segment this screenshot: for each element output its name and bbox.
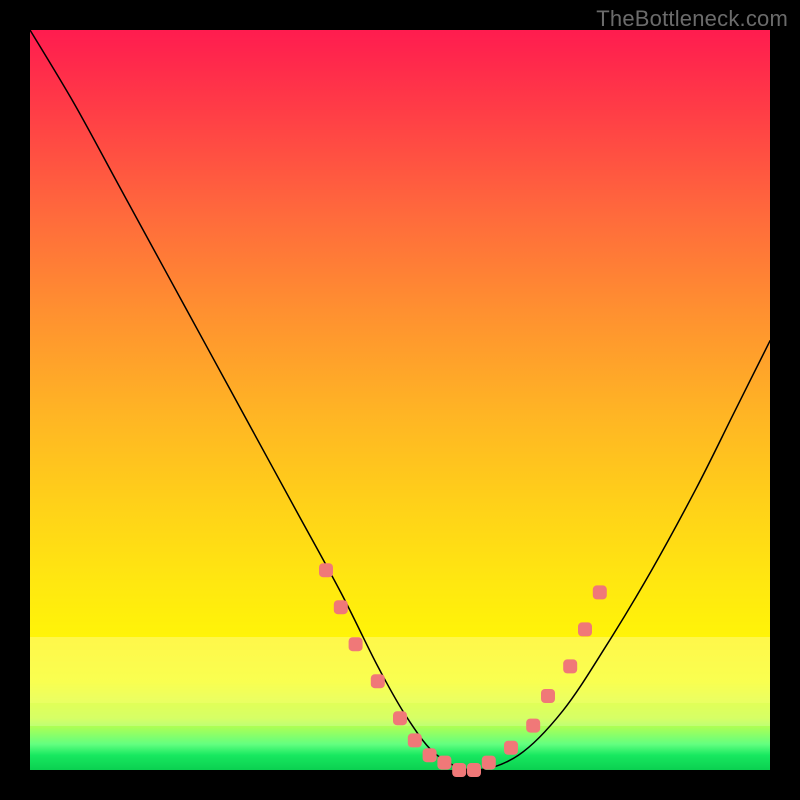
chart-frame: TheBottleneck.com <box>0 0 800 800</box>
highlight-dot <box>563 659 577 673</box>
highlight-dot <box>371 674 385 688</box>
highlight-dot <box>467 763 481 777</box>
pale-band-lower <box>30 703 770 725</box>
pale-band-upper <box>30 637 770 704</box>
highlight-dots <box>319 563 607 777</box>
plot-area <box>30 30 770 770</box>
highlight-dot <box>526 719 540 733</box>
highlight-dot <box>593 585 607 599</box>
highlight-dot <box>349 637 363 651</box>
highlight-dot <box>334 600 348 614</box>
highlight-dot <box>452 763 466 777</box>
highlight-dot <box>504 741 518 755</box>
chart-svg <box>30 30 770 770</box>
highlight-dot <box>437 756 451 770</box>
highlight-dot <box>578 622 592 636</box>
highlight-dot <box>423 748 437 762</box>
highlight-dot <box>541 689 555 703</box>
highlight-dot <box>319 563 333 577</box>
highlight-dot <box>482 756 496 770</box>
bottleneck-curve <box>30 30 770 770</box>
highlight-dot <box>393 711 407 725</box>
watermark-text: TheBottleneck.com <box>596 6 788 32</box>
highlight-dot <box>408 733 422 747</box>
